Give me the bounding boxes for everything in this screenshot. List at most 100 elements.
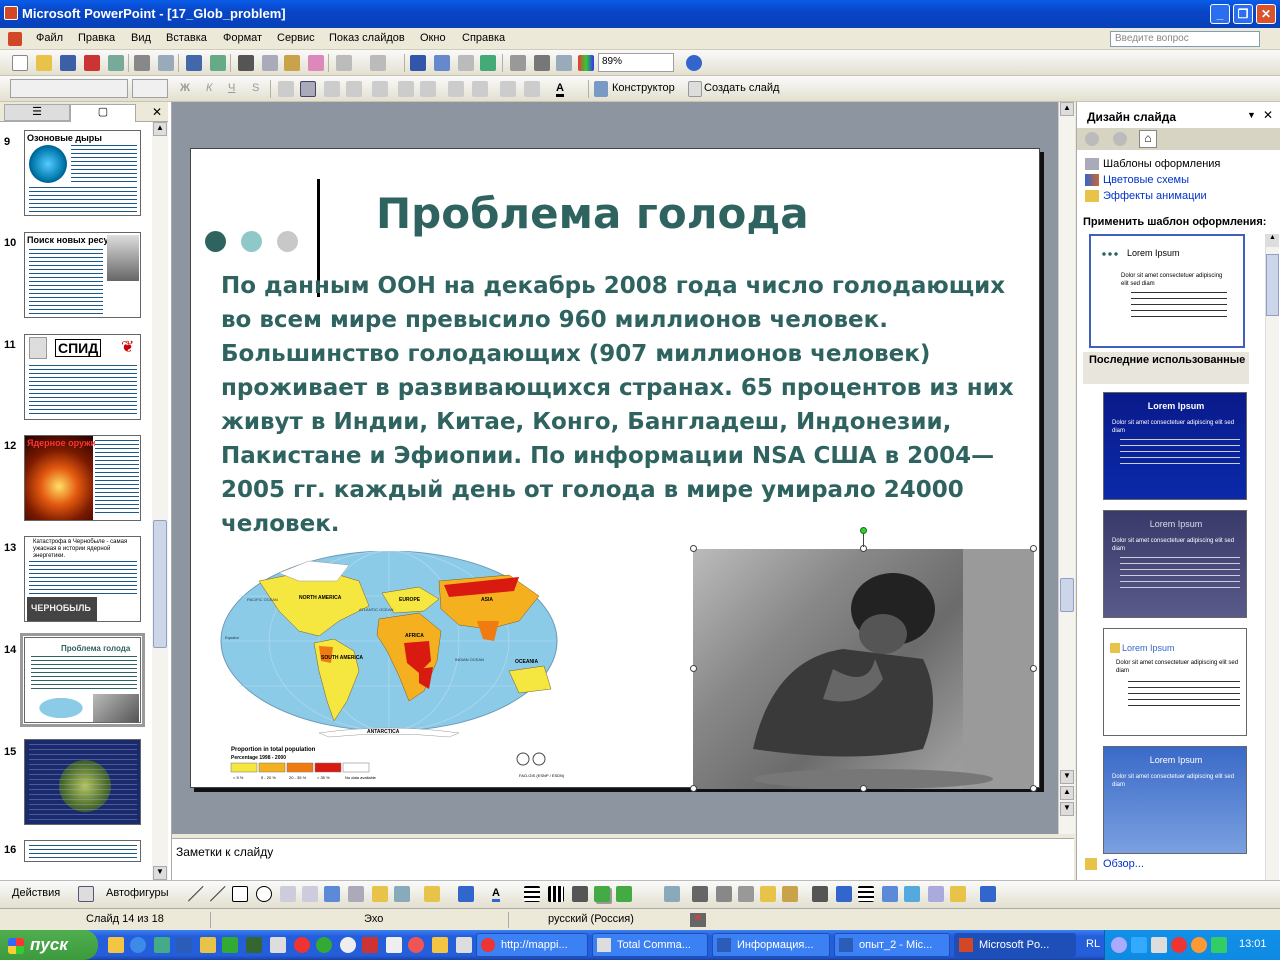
menu-insert[interactable]: Вставка (166, 32, 207, 44)
email-icon[interactable] (108, 55, 124, 71)
quicklaunch-acrobat-icon[interactable] (362, 937, 378, 953)
scroll-down-icon[interactable]: ▼ (1060, 770, 1074, 784)
quicklaunch-utorrent-icon[interactable] (316, 937, 332, 953)
ask-question-input[interactable]: Введите вопрос (1110, 31, 1260, 47)
slide-thumb-13[interactable]: Катастрофа в Чернобыле - самая ужасная в… (24, 536, 141, 622)
notes-pane[interactable]: Заметки к слайду (172, 838, 1074, 880)
scroll-up-icon[interactable]: ▲ (153, 122, 167, 136)
slide-thumb-11[interactable]: СПИД ❦ (24, 334, 141, 420)
browse-link[interactable]: Обзор... (1103, 858, 1144, 870)
task-powerpoint[interactable]: Microsoft Po... (954, 933, 1076, 957)
scroll-up-icon[interactable]: ▲ (1060, 102, 1074, 116)
clipart-icon[interactable] (372, 886, 388, 902)
slide-thumb-15[interactable] (24, 739, 141, 825)
set-transparent-icon[interactable] (950, 886, 966, 902)
task-information[interactable]: Информация... (712, 933, 830, 957)
help-icon[interactable] (686, 55, 702, 71)
diagram-icon[interactable] (348, 886, 364, 902)
maximize-button[interactable]: ❐ (1233, 4, 1253, 24)
crop-icon[interactable] (812, 886, 828, 902)
autoshapes-menu[interactable]: Автофигуры (106, 887, 169, 899)
hunger-world-map[interactable]: NORTH AMERICA SOUTH AMERICA EUROPE ASIA … (219, 551, 693, 787)
tray-app-icon[interactable] (1191, 937, 1207, 953)
align-right-icon[interactable] (324, 81, 340, 97)
close-button[interactable]: ✕ (1256, 4, 1276, 24)
language-bar[interactable]: RL (1086, 938, 1100, 950)
cut-icon[interactable] (238, 55, 254, 71)
menu-tools[interactable]: Сервис (277, 32, 315, 44)
italic-icon[interactable]: К (206, 82, 212, 94)
textbox-icon[interactable] (280, 886, 296, 902)
rotate-left-icon[interactable] (836, 886, 852, 902)
menu-slideshow[interactable]: Показ слайдов (329, 32, 405, 44)
document-icon[interactable] (8, 32, 22, 46)
quicklaunch-excel-icon[interactable] (222, 937, 238, 953)
oval-icon[interactable] (256, 886, 272, 902)
prev-slide-icon[interactable]: ▲ (1060, 786, 1074, 800)
wordart-icon[interactable] (324, 886, 340, 902)
menu-format[interactable]: Формат (223, 32, 262, 44)
tray-network-icon[interactable] (1111, 937, 1127, 953)
paste-icon[interactable] (284, 55, 300, 71)
format-painter-icon[interactable] (308, 55, 324, 71)
template-scrollbar[interactable]: ▲ ▼ (1265, 234, 1279, 952)
resize-handle-ne[interactable] (1030, 545, 1037, 552)
spelling-status-icon[interactable]: ✕ (690, 913, 706, 927)
columns-icon[interactable] (372, 81, 388, 97)
tab-slides[interactable]: ▢ (70, 104, 136, 122)
slide-thumb-10[interactable]: Поиск новых ресурсов (24, 232, 141, 318)
permission-icon[interactable] (84, 55, 100, 71)
insert-table-icon[interactable] (434, 55, 450, 71)
template-recent-3[interactable]: Lorem Ipsum Dolor sit amet consectetuer … (1103, 628, 1247, 736)
menu-edit[interactable]: Правка (78, 32, 115, 44)
decrease-indent-icon[interactable] (500, 81, 516, 97)
save-icon[interactable] (60, 55, 76, 71)
more-contrast-icon[interactable] (716, 886, 732, 902)
resize-handle-se[interactable] (1030, 785, 1037, 792)
quicklaunch-notepad-icon[interactable] (270, 937, 286, 953)
designer-icon[interactable] (594, 81, 608, 97)
align-center-icon[interactable] (300, 81, 316, 97)
tab-outline[interactable]: ☰ (4, 104, 70, 121)
new-icon[interactable] (12, 55, 28, 71)
task-total-commander[interactable]: Total Comma... (592, 933, 708, 957)
menu-view[interactable]: Вид (131, 32, 151, 44)
quicklaunch-explorer-icon[interactable] (108, 937, 124, 953)
template-current[interactable]: Lorem Ipsum Dolor sit amet consectetuer … (1089, 234, 1245, 348)
font-color-icon[interactable]: A (556, 82, 564, 97)
slide-canvas[interactable]: Проблема голода По данным ООН на декабрь… (190, 148, 1040, 792)
3d-style-icon[interactable] (616, 886, 632, 902)
tray-antivirus-icon[interactable] (1171, 937, 1187, 953)
rotate-handle[interactable] (860, 527, 867, 534)
close-pane-icon[interactable]: ✕ (1263, 108, 1273, 122)
start-button[interactable]: пуск (0, 930, 98, 960)
slide-thumb-9[interactable]: Озоновые дыры (24, 130, 141, 216)
slides-scrollbar[interactable]: ▲ ▼ (152, 122, 168, 880)
scroll-thumb[interactable] (1060, 578, 1074, 612)
research-icon[interactable] (210, 55, 226, 71)
actions-menu[interactable]: Действия (12, 887, 60, 899)
scroll-down-icon[interactable]: ▼ (153, 866, 167, 880)
quicklaunch-ie-icon[interactable] (130, 937, 146, 953)
quicklaunch-settings-icon[interactable] (456, 937, 472, 953)
menu-window[interactable]: Окно (420, 32, 446, 44)
resize-handle-sw[interactable] (690, 785, 697, 792)
print-icon[interactable] (134, 55, 150, 71)
starving-child-photo[interactable] (693, 549, 1034, 789)
quicklaunch-app-icon[interactable] (200, 937, 216, 953)
quicklaunch-docs-icon[interactable] (386, 937, 402, 953)
arrow-icon[interactable] (210, 886, 226, 902)
redo-icon[interactable] (370, 55, 386, 71)
home-icon[interactable]: ⌂ (1139, 130, 1157, 148)
quicklaunch-media-icon[interactable] (340, 937, 356, 953)
scroll-thumb[interactable] (153, 520, 167, 648)
designer-button[interactable]: Конструктор (612, 82, 675, 94)
increase-font-icon[interactable] (448, 81, 464, 97)
slide-thumb-14-selected[interactable]: Проблема голода (20, 633, 145, 727)
tables-borders-icon[interactable] (458, 55, 474, 71)
underline-icon[interactable]: Ч (228, 82, 235, 94)
hyperlink-icon[interactable] (480, 55, 496, 71)
slide-thumb-12[interactable]: Ядерное оружие (24, 435, 141, 521)
scroll-up-icon[interactable]: ▲ (1266, 234, 1279, 247)
task-opyt[interactable]: опыт_2 - Mic... (834, 933, 950, 957)
